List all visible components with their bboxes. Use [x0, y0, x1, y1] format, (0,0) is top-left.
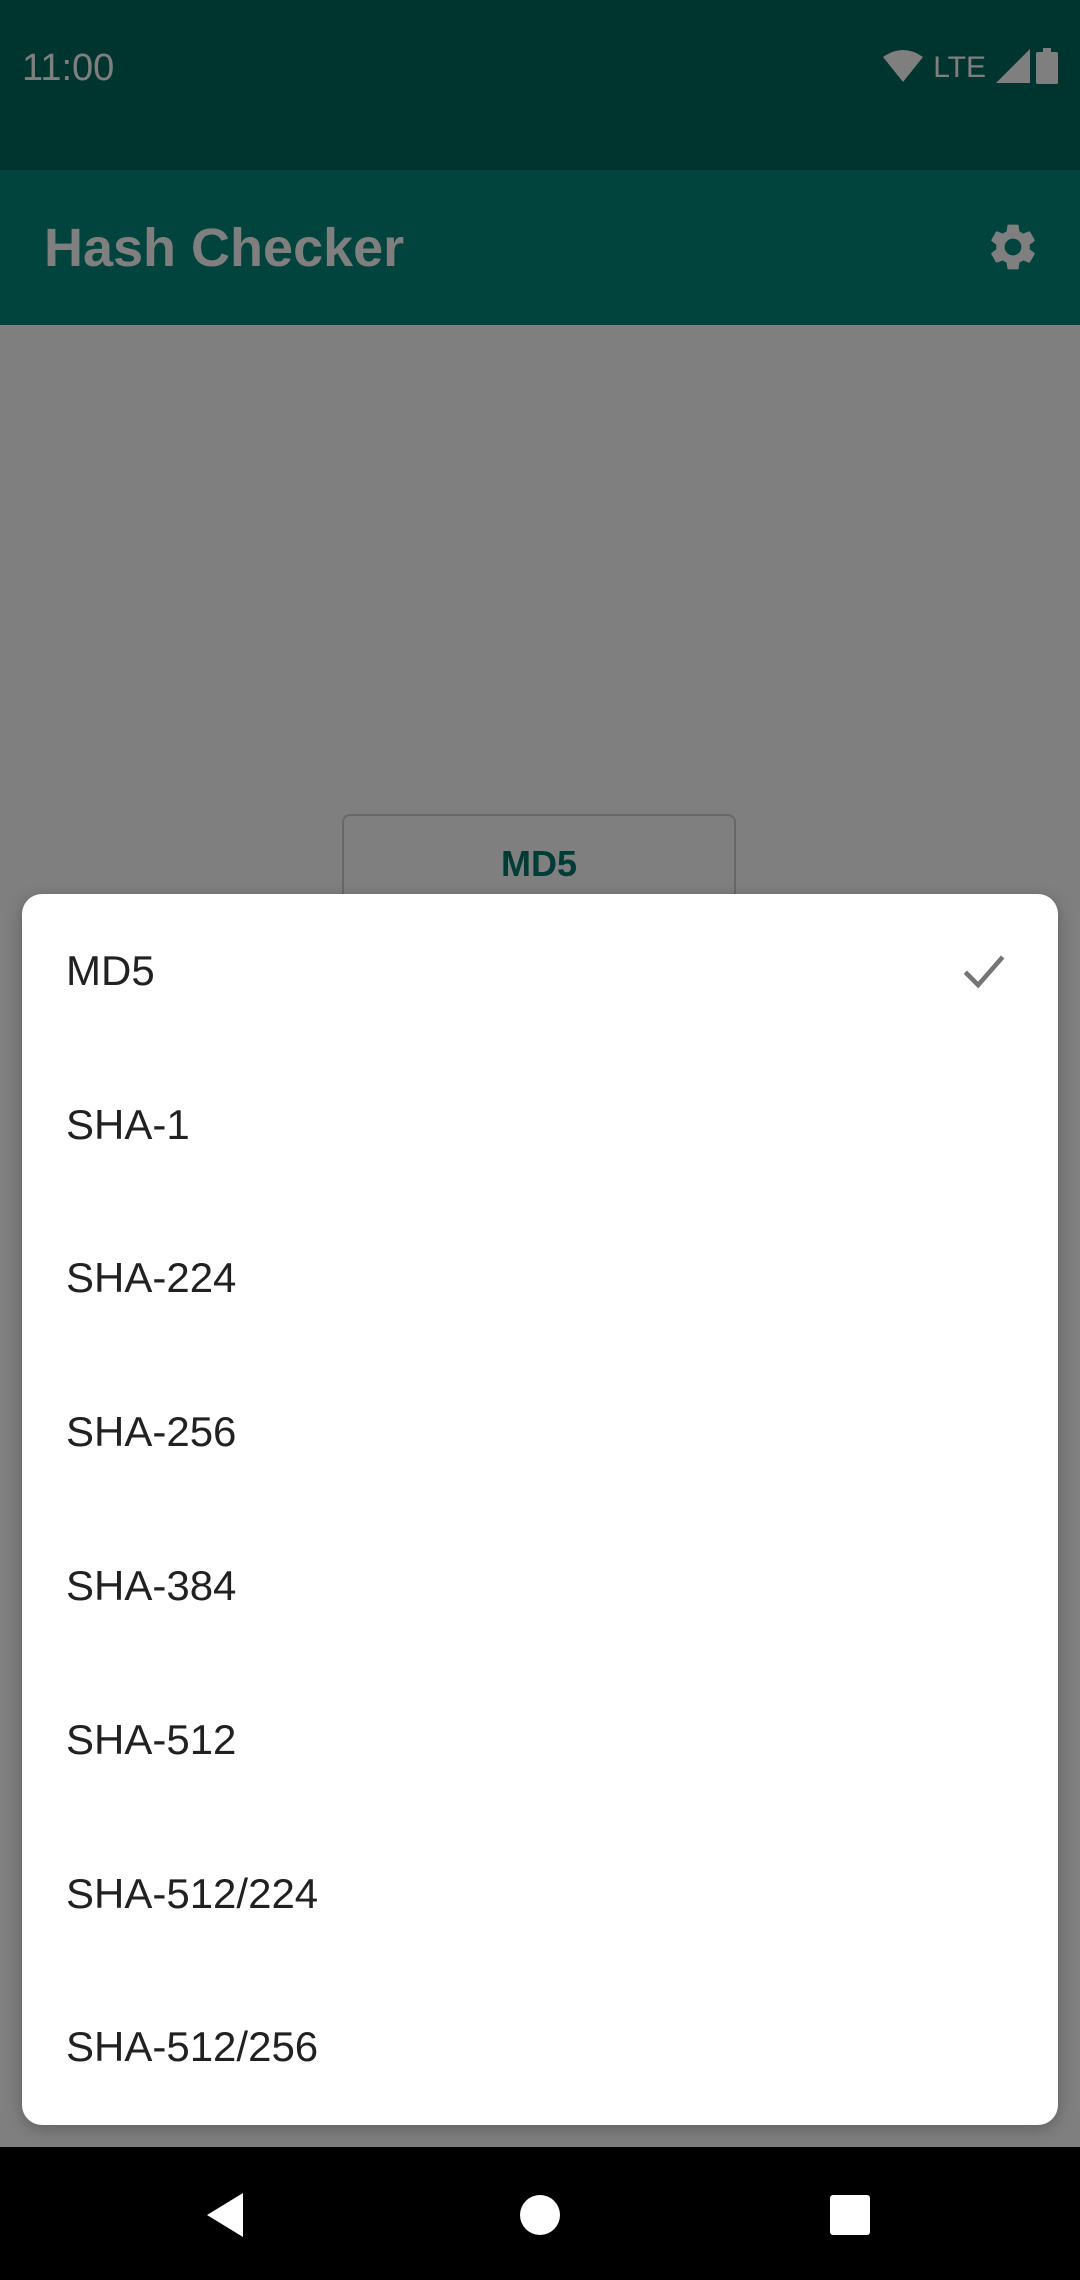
menu-item-label: SHA-384: [66, 1562, 237, 1610]
recents-button[interactable]: [815, 2180, 885, 2250]
menu-item-sha-1[interactable]: SHA-1: [22, 1048, 1058, 1202]
home-button[interactable]: [505, 2180, 575, 2250]
hash-algorithm-menu: MD5 SHA-1 SHA-224 SHA-256 SHA-384 SHA-51…: [22, 894, 1058, 2125]
screen: 11:00 LTE Hash Checker MD5 MD5: [0, 0, 1080, 2280]
menu-item-label: SHA-512: [66, 1715, 237, 1763]
back-button[interactable]: [190, 2180, 260, 2250]
menu-item-label: SHA-512/224: [66, 1869, 319, 1917]
menu-item-sha-384[interactable]: SHA-384: [22, 1509, 1058, 1663]
back-icon: [207, 2193, 243, 2237]
menu-item-label: SHA-256: [66, 1408, 237, 1456]
home-icon: [520, 2195, 560, 2235]
navigation-bar: [0, 2147, 1080, 2280]
menu-item-label: MD5: [66, 946, 155, 994]
menu-item-sha-512-256[interactable]: SHA-512/256: [22, 1971, 1058, 2125]
checkmark-icon: [963, 955, 1005, 989]
menu-item-sha-224[interactable]: SHA-224: [22, 1202, 1058, 1356]
recents-icon: [830, 2195, 870, 2235]
menu-item-label: SHA-1: [66, 1100, 190, 1148]
menu-item-md5[interactable]: MD5: [22, 894, 1058, 1048]
menu-item-sha-512[interactable]: SHA-512: [22, 1663, 1058, 1817]
menu-item-sha-256[interactable]: SHA-256: [22, 1355, 1058, 1509]
menu-item-sha-512-224[interactable]: SHA-512/224: [22, 1817, 1058, 1971]
menu-item-label: SHA-512/256: [66, 2023, 319, 2071]
menu-item-label: SHA-224: [66, 1254, 237, 1302]
